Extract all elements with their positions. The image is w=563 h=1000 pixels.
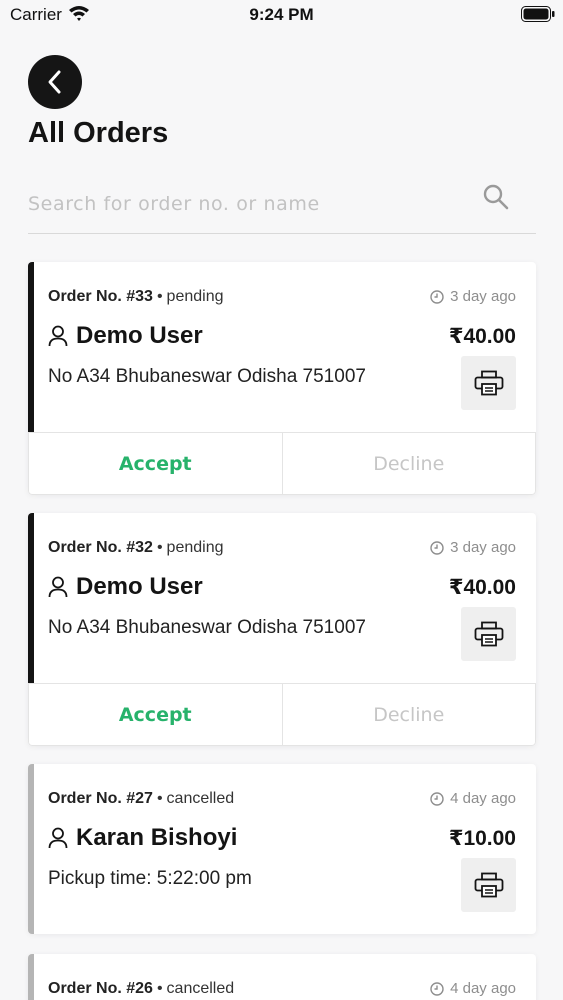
customer-name: Demo User <box>76 322 203 349</box>
customer: Demo User <box>48 573 203 601</box>
clock-time: 9:24 PM <box>249 5 314 24</box>
order-status: pending <box>166 288 224 305</box>
customer: Demo User <box>48 322 203 350</box>
order-card[interactable]: Order No. #26 • cancelled 4 day ago <box>28 954 536 1000</box>
order-address: No A34 Bhubaneswar Odisha 751007 <box>48 366 366 387</box>
order-card[interactable]: Order No. #33 • pending 3 day ago Demo Use… <box>28 262 536 495</box>
customer-name: Karan Bishoyi <box>76 824 238 851</box>
decline-button[interactable]: Decline <box>283 684 536 745</box>
clock-icon <box>430 289 444 304</box>
order-header: Order No. #33 • pending <box>48 288 224 305</box>
pickup-time: Pickup time: 5:22:00 pm <box>48 868 252 889</box>
battery-icon <box>521 6 555 22</box>
user-icon <box>48 827 68 849</box>
order-header: Order No. #32 • pending <box>48 539 224 556</box>
order-actions: Accept Decline <box>28 683 536 746</box>
print-button[interactable] <box>461 607 516 661</box>
order-header: Order No. #27 • cancelled <box>48 790 235 807</box>
order-price: ₹40.00 <box>448 576 516 599</box>
order-card[interactable]: Order No. #32 • pending 3 day ago Demo Use… <box>28 513 536 746</box>
clock-icon <box>430 981 444 996</box>
printer-icon <box>474 370 503 396</box>
order-address: No A34 Bhubaneswar Odisha 751007 <box>48 617 366 638</box>
printer-icon <box>474 621 503 647</box>
order-time-label: 4 day ago <box>450 980 516 997</box>
print-button[interactable] <box>461 858 516 912</box>
order-price: ₹40.00 <box>448 325 516 348</box>
printer-icon <box>474 872 503 898</box>
status-accent-bar <box>28 764 34 934</box>
order-time: 4 day ago <box>430 790 516 807</box>
order-actions: Accept Decline <box>28 432 536 495</box>
status-accent-bar <box>28 513 34 683</box>
search-icon[interactable] <box>482 183 510 211</box>
decline-button[interactable]: Decline <box>283 433 536 494</box>
status-accent-bar <box>28 262 34 432</box>
print-button[interactable] <box>461 356 516 410</box>
clock-icon <box>430 791 444 806</box>
status-accent-bar <box>28 954 34 1000</box>
search-bar <box>28 178 536 234</box>
order-time: 3 day ago <box>430 288 516 305</box>
order-status: pending <box>166 539 224 556</box>
order-time-label: 3 day ago <box>450 288 516 305</box>
order-time-label: 3 day ago <box>450 539 516 556</box>
user-icon <box>48 576 68 598</box>
order-status: cancelled <box>166 790 235 807</box>
order-number: Order No. #32 <box>48 539 153 556</box>
customer: Karan Bishoyi <box>48 824 237 852</box>
accept-button[interactable]: Accept <box>29 684 283 745</box>
status-bar: Carrier 9:24 PM <box>0 0 563 30</box>
order-price: ₹10.00 <box>448 827 516 850</box>
chevron-left-icon <box>48 70 61 94</box>
order-number: Order No. #26 <box>48 980 153 997</box>
order-time: 3 day ago <box>430 539 516 556</box>
order-header: Order No. #26 • cancelled <box>48 980 235 997</box>
order-status: cancelled <box>166 980 235 997</box>
order-card[interactable]: Order No. #27 • cancelled 4 day ago Karan … <box>28 764 536 934</box>
order-number: Order No. #27 <box>48 790 153 807</box>
page-title: All Orders <box>28 117 169 149</box>
accept-button[interactable]: Accept <box>29 433 283 494</box>
order-time-label: 4 day ago <box>450 790 516 807</box>
order-number: Order No. #33 <box>48 288 153 305</box>
order-time: 4 day ago <box>430 980 516 997</box>
back-button[interactable] <box>28 55 82 109</box>
search-input[interactable] <box>28 188 468 220</box>
clock-icon <box>430 540 444 555</box>
customer-name: Demo User <box>76 573 203 600</box>
user-icon <box>48 325 68 347</box>
